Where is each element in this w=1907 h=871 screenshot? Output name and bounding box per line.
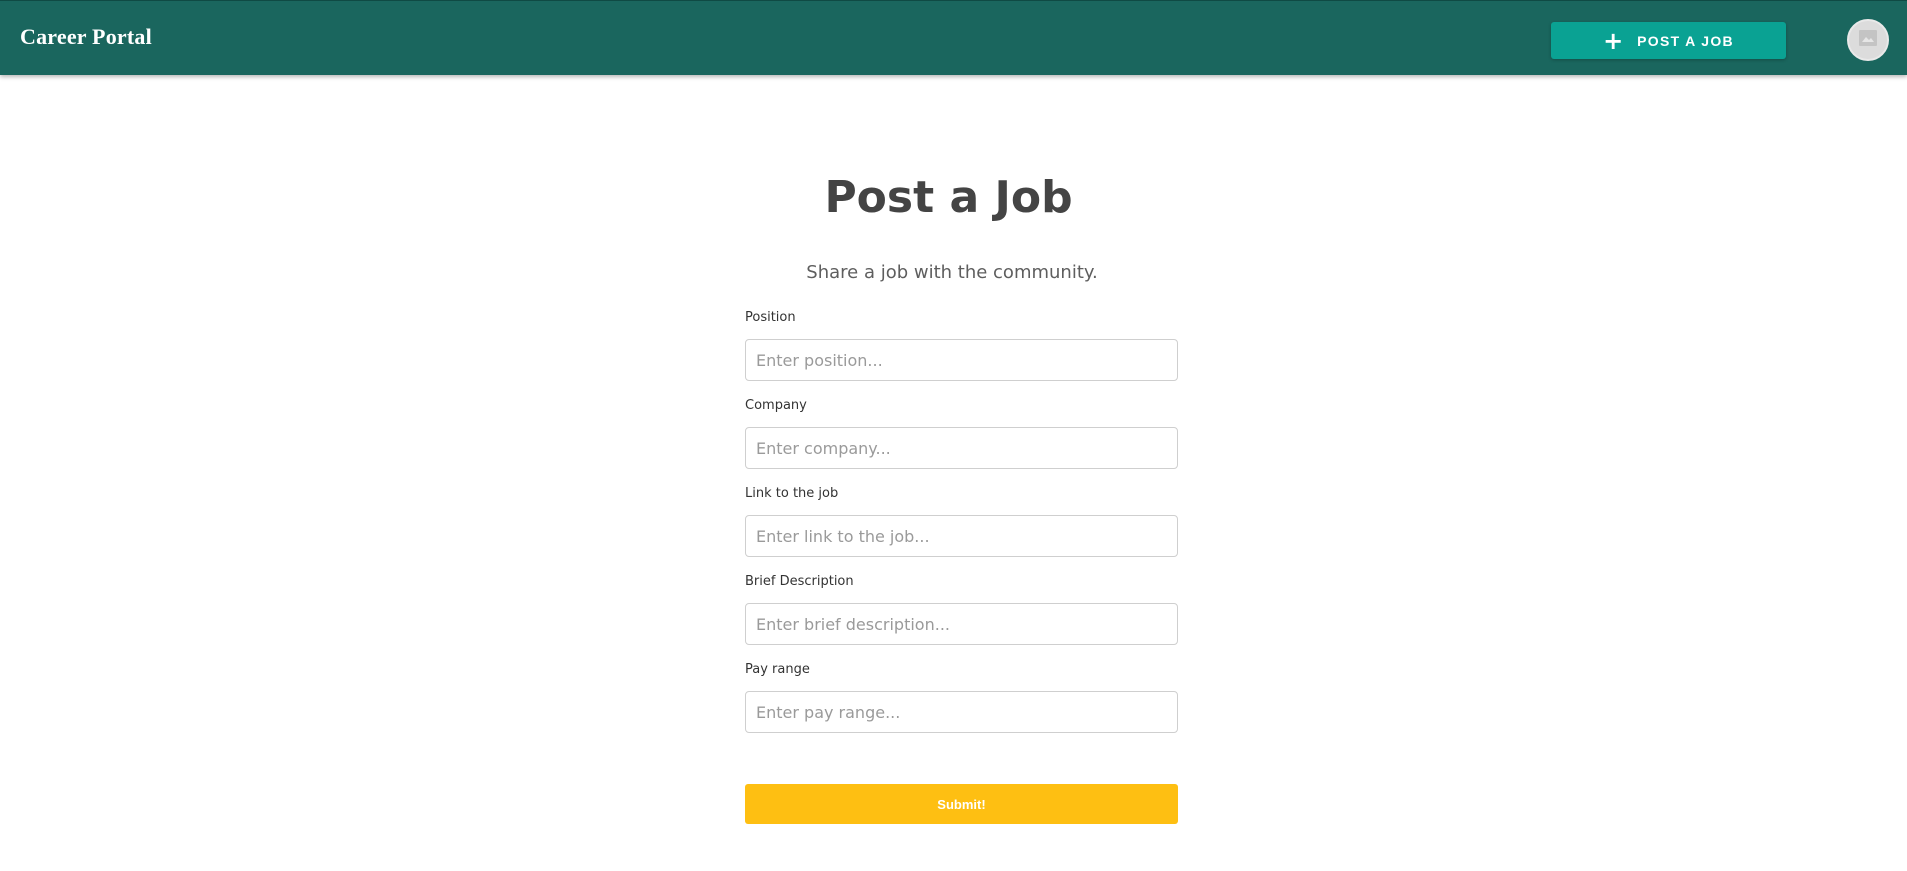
image-placeholder-icon <box>1859 29 1877 51</box>
job-link-field-group: Link to the job <box>745 484 1178 572</box>
page-subtitle: Share a job with the community. <box>806 262 1098 283</box>
position-input[interactable] <box>745 339 1178 381</box>
position-field-group: Position <box>745 308 1178 396</box>
company-field-group: Company <box>745 396 1178 484</box>
post-job-form: Position Company Link to the job Brief D… <box>745 308 1178 748</box>
post-a-job-button-label: POST A JOB <box>1637 32 1734 49</box>
plus-icon: + <box>1603 26 1624 55</box>
description-field-group: Brief Description <box>745 572 1178 660</box>
job-link-label: Link to the job <box>745 486 839 501</box>
company-label: Company <box>745 398 807 413</box>
post-a-job-button[interactable]: + POST A JOB <box>1551 22 1786 59</box>
page-title: Post a Job <box>824 172 1073 223</box>
avatar[interactable] <box>1847 19 1889 61</box>
position-label: Position <box>745 310 796 325</box>
pay-range-field-group: Pay range <box>745 660 1178 748</box>
description-label: Brief Description <box>745 574 854 589</box>
pay-range-input[interactable] <box>745 691 1178 733</box>
brand-logo-text[interactable]: Career Portal <box>20 24 152 50</box>
description-input[interactable] <box>745 603 1178 645</box>
pay-range-label: Pay range <box>745 662 810 677</box>
job-link-input[interactable] <box>745 515 1178 557</box>
top-navbar: Career Portal + POST A JOB <box>0 0 1907 75</box>
company-input[interactable] <box>745 427 1178 469</box>
submit-button[interactable]: Submit! <box>745 784 1178 824</box>
